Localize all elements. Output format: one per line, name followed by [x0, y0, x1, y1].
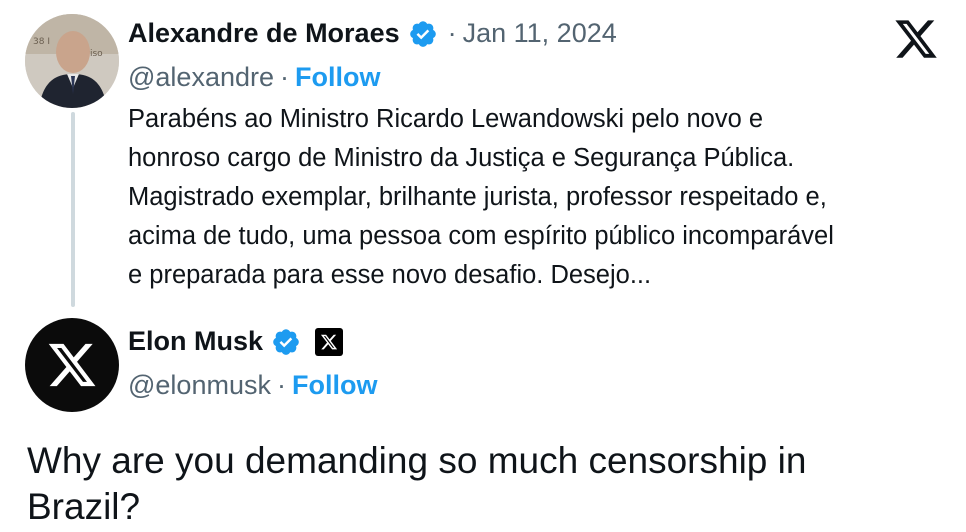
- separator-dot: ·: [280, 62, 289, 92]
- thread-connector-line: [71, 112, 75, 307]
- tweet-text-line: Why are you demanding so much censorship…: [27, 440, 807, 481]
- author-name[interactable]: Elon Musk: [128, 326, 263, 357]
- verified-badge-icon: [408, 19, 438, 49]
- separator-dot: ·: [276, 370, 286, 400]
- tweet2-text: Why are you demanding so much censorship…: [27, 438, 937, 530]
- x-logo-icon[interactable]: [893, 16, 939, 62]
- tweet-text-line: Brazil?: [27, 486, 141, 527]
- tweet2-header: Elon Musk: [128, 326, 344, 357]
- tweet1-text: Parabéns ao Ministro Ricardo Lewandowski…: [128, 100, 948, 295]
- separator-dot: ·: [447, 18, 457, 48]
- follow-button[interactable]: Follow: [295, 62, 380, 93]
- tweet1-header: Alexandre de Moraes · Jan 11, 2024: [128, 18, 617, 49]
- svg-text:38 I: 38 I: [33, 37, 50, 47]
- avatar-alexandre[interactable]: 38 I Criso: [25, 14, 119, 108]
- tweet-text-line: Magistrado exemplar, brilhante jurista, …: [128, 183, 827, 211]
- tweet-text-line: Parabéns ao Ministro Ricardo Lewandowski…: [128, 105, 764, 133]
- x-affiliate-badge-icon[interactable]: [315, 327, 344, 356]
- author-handle[interactable]: @elonmusk: [128, 370, 271, 401]
- tweet-text-line: honroso cargo de Ministro da Justiça e S…: [128, 144, 795, 172]
- avatar-elonmusk[interactable]: [25, 318, 119, 412]
- tweet-date[interactable]: Jan 11, 2024: [463, 18, 617, 49]
- tweet2-subheader: @elonmusk · Follow: [128, 370, 377, 401]
- follow-button[interactable]: Follow: [292, 370, 377, 401]
- tweet1-subheader: @alexandre · Follow: [128, 62, 380, 93]
- verified-badge-icon: [271, 327, 301, 357]
- author-name[interactable]: Alexandre de Moraes: [128, 18, 400, 49]
- tweet-text-line: e preparada para esse novo desafio. Dese…: [128, 261, 652, 289]
- tweet-text-line: acima de tudo, uma pessoa com espírito p…: [128, 222, 834, 250]
- author-handle[interactable]: @alexandre: [128, 62, 274, 93]
